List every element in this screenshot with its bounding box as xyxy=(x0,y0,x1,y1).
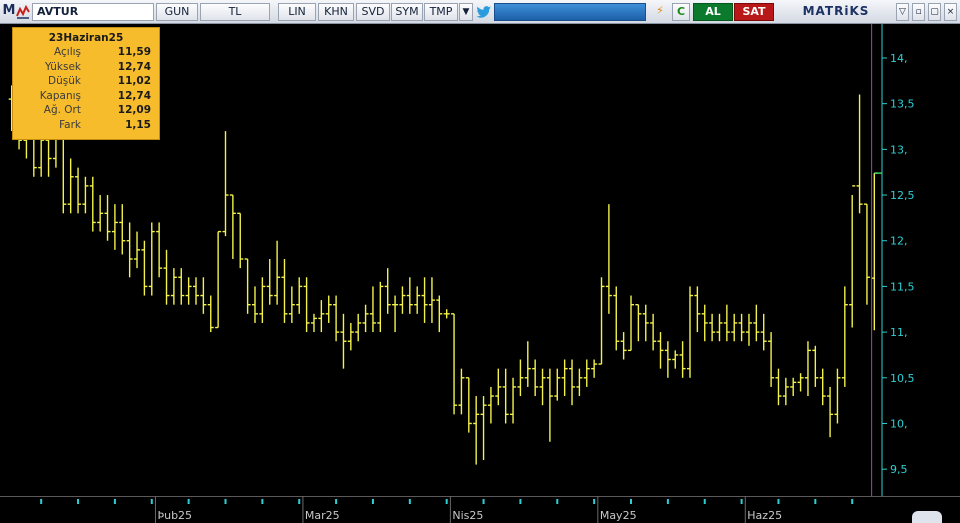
x-minor-tick xyxy=(261,499,264,504)
toolbar: M AVTUR GUN TL LIN KHN SVD SYM TMP ▼ ⚡ C… xyxy=(0,0,960,24)
x-minor-tick xyxy=(187,499,190,504)
y-tick-label: 11,5 xyxy=(890,280,915,293)
info-label: Açılış xyxy=(54,46,81,58)
sell-button[interactable]: SAT xyxy=(734,3,774,21)
window-menu-button[interactable]: ▽ xyxy=(896,3,909,21)
svd-button[interactable]: SVD xyxy=(356,3,390,21)
currency-button[interactable]: TL xyxy=(200,3,270,21)
x-minor-tick xyxy=(445,499,448,504)
x-minor-tick xyxy=(335,499,338,504)
y-tick-label: 9,5 xyxy=(890,463,908,476)
x-minor-tick xyxy=(593,499,596,504)
buy-button[interactable]: AL xyxy=(693,3,733,21)
info-value: 1,15 xyxy=(125,118,151,131)
y-tick-label: 14, xyxy=(890,52,908,65)
x-minor-tick xyxy=(703,499,706,504)
matriks-logo-letter[interactable]: M xyxy=(2,3,16,21)
x-tick-label: May25 xyxy=(600,509,637,522)
info-label: Ağ. Ort xyxy=(43,104,81,117)
c-button[interactable]: C xyxy=(672,3,690,21)
x-minor-tick xyxy=(408,499,411,504)
ohlc-info-box: 23Haziran25 Açılış 11,59 Yüksek 12,74 Dü… xyxy=(12,27,160,140)
info-row-high: Yüksek 12,74 xyxy=(19,60,153,75)
info-value: 11,02 xyxy=(117,75,151,88)
chevron-down-icon[interactable]: ▼ xyxy=(459,3,473,21)
info-row-change: Fark 1,15 xyxy=(19,118,153,133)
y-tick-label: 12,5 xyxy=(890,189,915,202)
twitter-icon[interactable] xyxy=(475,3,493,21)
maximize-button[interactable]: ▢ xyxy=(928,3,941,21)
info-row-open: Açılış 11,59 xyxy=(19,45,153,60)
status-band xyxy=(494,3,646,21)
x-minor-tick xyxy=(814,499,817,504)
x-minor-tick xyxy=(40,499,43,504)
x-minor-tick xyxy=(113,499,116,504)
info-label: Fark xyxy=(59,118,81,131)
x-minor-tick xyxy=(556,499,559,504)
symbol-input[interactable]: AVTUR xyxy=(32,3,154,21)
sym-button[interactable]: SYM xyxy=(391,3,423,21)
y-tick-label: 13,5 xyxy=(890,98,915,111)
x-tick-label: Nis25 xyxy=(452,509,483,522)
info-date: 23Haziran25 xyxy=(48,32,124,44)
info-row-close: Kapanış 12,74 xyxy=(19,89,153,104)
x-minor-tick xyxy=(298,499,301,504)
x-minor-tick xyxy=(519,499,522,504)
minimize-button[interactable]: ▫ xyxy=(912,3,925,21)
x-minor-tick xyxy=(224,499,227,504)
info-value: 11,59 xyxy=(117,46,151,58)
x-minor-tick xyxy=(740,499,743,504)
y-tick-label: 13, xyxy=(890,143,908,156)
khn-button[interactable]: KHN xyxy=(318,3,354,21)
x-tick-label: Þub25 xyxy=(157,509,192,522)
y-tick-label: 11, xyxy=(890,326,908,339)
corner-tab[interactable] xyxy=(912,511,942,523)
x-minor-tick xyxy=(777,499,780,504)
info-value: 12,09 xyxy=(117,104,151,117)
y-tick-label: 12, xyxy=(890,235,908,248)
x-minor-tick xyxy=(666,499,669,504)
x-tick-label: Haz25 xyxy=(747,509,782,522)
x-minor-tick xyxy=(482,499,485,504)
x-minor-tick xyxy=(851,499,854,504)
y-tick-label: 10,5 xyxy=(890,372,915,385)
info-label: Yüksek xyxy=(45,60,81,73)
period-button[interactable]: GUN xyxy=(156,3,198,21)
info-label: Kapanış xyxy=(39,89,81,102)
y-tick-label: 10, xyxy=(890,417,908,430)
brand-label: MATRiKS xyxy=(802,4,870,18)
info-value: 12,74 xyxy=(117,89,151,102)
close-button[interactable]: × xyxy=(944,3,957,21)
info-row-wavg: Ağ. Ort 12,09 xyxy=(19,103,153,118)
info-value: 12,74 xyxy=(117,60,151,73)
x-minor-tick xyxy=(630,499,633,504)
x-minor-tick xyxy=(77,499,80,504)
matriks-logo-icon xyxy=(16,5,30,19)
tmp-button[interactable]: TMP xyxy=(424,3,458,21)
x-minor-tick xyxy=(371,499,374,504)
info-row-low: Düşük 11,02 xyxy=(19,74,153,89)
x-tick-label: Mar25 xyxy=(305,509,340,522)
bolt-icon[interactable]: ⚡ xyxy=(652,3,668,21)
lin-button[interactable]: LIN xyxy=(278,3,316,21)
info-label: Düşük xyxy=(48,75,81,88)
x-minor-tick xyxy=(150,499,153,504)
